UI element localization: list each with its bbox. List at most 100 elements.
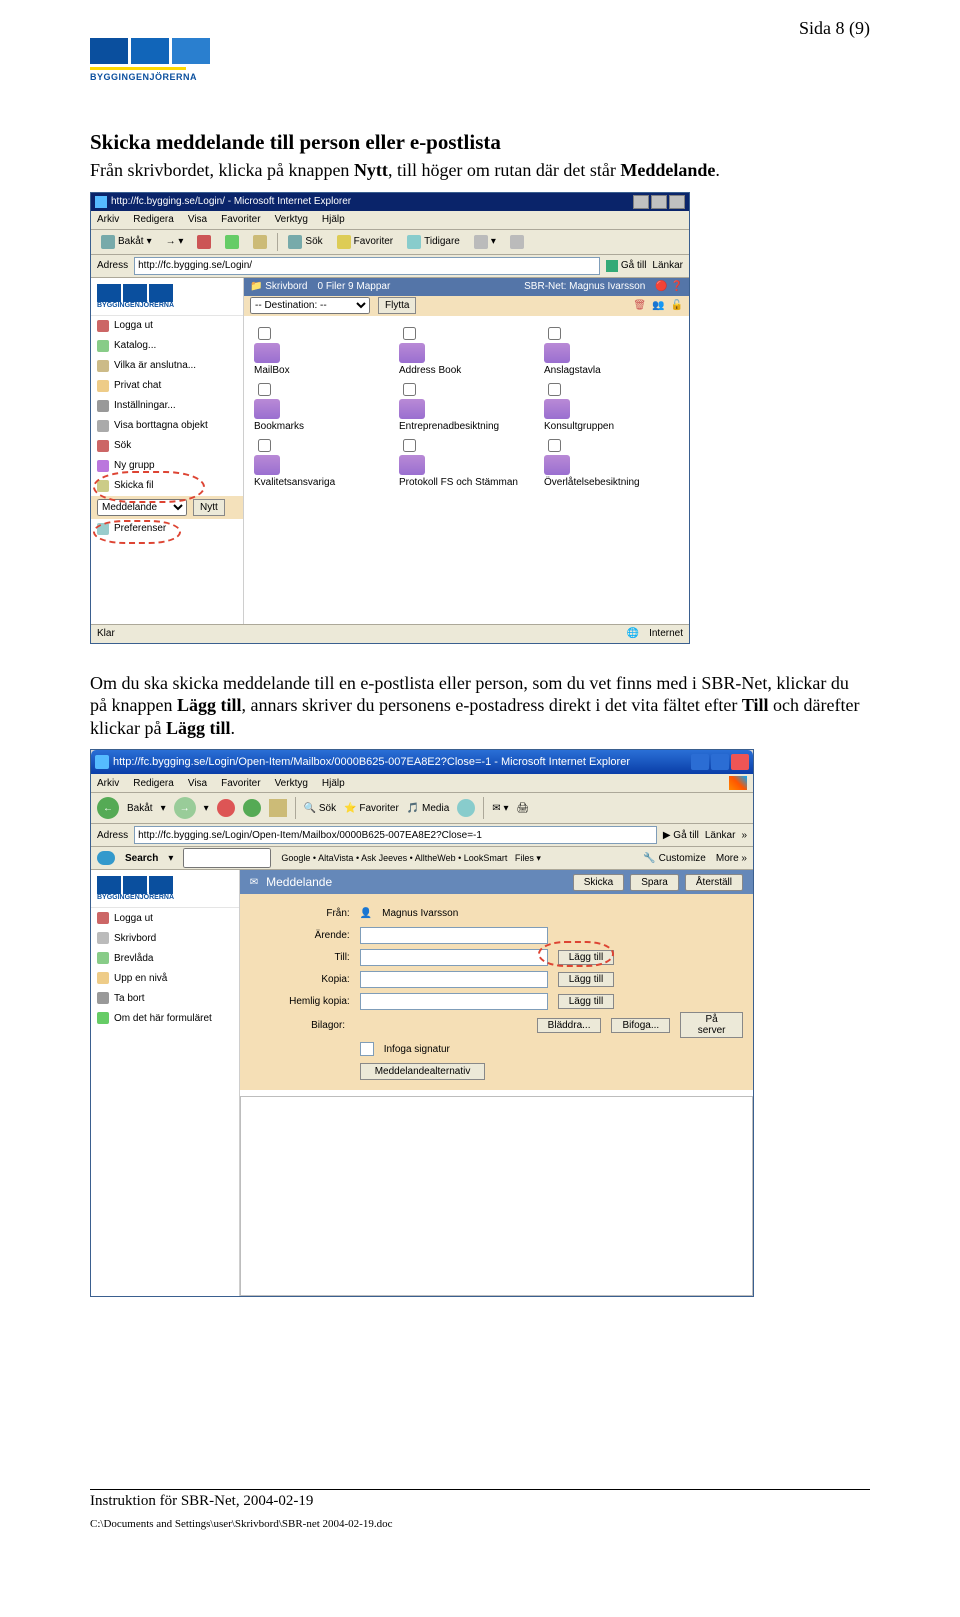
menu2-verktyg[interactable]: Verktyg [275,778,308,789]
tool-icon-2[interactable]: 👥 [652,300,664,311]
aterstall-button[interactable]: Återställ [685,874,743,891]
sidebar2-tabort[interactable]: Ta bort [91,988,239,1008]
browse-button[interactable]: Bläddra... [537,1018,602,1033]
print-button[interactable] [506,234,528,250]
favorites-button-2[interactable]: ⭐ Favoriter [344,803,399,814]
sidebar2-om[interactable]: Om det här formuläret [91,1008,239,1028]
home-button[interactable] [249,234,271,250]
attach-button[interactable]: Bifoga... [611,1018,670,1033]
menu2-hjalp[interactable]: Hjälp [322,778,345,789]
go-button-2[interactable]: ▶ Gå till [663,830,699,841]
menu-bar[interactable]: Arkiv Redigera Visa Favoriter Verktyg Hj… [91,211,689,230]
address-input-2[interactable] [134,826,657,844]
tool-icon-3[interactable]: 🔓 [671,300,683,311]
back-button[interactable]: Bakåt ▾ [97,234,156,250]
go-button[interactable]: Gå till [606,260,647,272]
meddelande-select[interactable]: Meddelande [97,499,187,516]
folder-anslagstavla[interactable]: Anslagstavla [544,324,679,376]
folder-addressbook[interactable]: Address Book [399,324,534,376]
search-button[interactable]: Sök [284,234,326,250]
signature-checkbox[interactable] [360,1042,374,1056]
refresh-button-2[interactable] [243,799,261,817]
links-label-2[interactable]: Länkar [705,830,736,841]
bcc-laggtill-button[interactable]: Lägg till [558,994,614,1009]
folder-mailbox[interactable]: MailBox [254,324,389,376]
sidebar2-skrivbord[interactable]: Skrivbord [91,928,239,948]
menu-visa[interactable]: Visa [188,214,207,225]
menu2-arkiv[interactable]: Arkiv [97,778,119,789]
folder-bookmarks[interactable]: Bookmarks [254,380,389,432]
tool-icon-1[interactable]: 🗑 [633,300,646,311]
flytta-button[interactable]: Flytta [378,297,416,314]
sidebar-item-borttagna[interactable]: Visa borttagna objekt [91,416,243,436]
sidebar-item-nygrupp[interactable]: Ny grupp [91,456,243,476]
menu2-visa[interactable]: Visa [188,778,207,789]
menu-redigera[interactable]: Redigera [133,214,174,225]
stop-button[interactable] [193,234,215,250]
sidebar2-loggaut[interactable]: Logga ut [91,908,239,928]
screenshot-2: http://fc.bygging.se/Login/Open-Item/Mai… [90,749,754,1297]
message-body[interactable] [240,1096,753,1296]
folder-protokoll[interactable]: Protokoll FS och Stämman [399,436,534,488]
sidebar2-upp[interactable]: Upp en nivå [91,968,239,988]
more-btn[interactable]: More » [716,853,747,864]
sidebar-item-katalog[interactable]: Katalog... [91,336,243,356]
window-buttons[interactable] [633,195,685,209]
sidebar-item-installningar[interactable]: Inställningar... [91,396,243,416]
spara-button[interactable]: Spara [630,874,679,891]
links-label[interactable]: Länkar [652,260,683,271]
menu-favoriter[interactable]: Favoriter [221,214,260,225]
menu2-redigera[interactable]: Redigera [133,778,174,789]
history-button[interactable]: Tidigare [403,234,464,250]
sidebar2-brevlada[interactable]: Brevlåda [91,948,239,968]
search-input[interactable] [183,848,271,868]
print-icon[interactable]: 🖨 [516,803,529,814]
back-button-2[interactable]: ← [97,797,119,819]
destination-select[interactable]: -- Destination: -- [250,297,370,314]
folder-konsult[interactable]: Konsultgruppen [544,380,679,432]
sidebar-item-loggaut[interactable]: Logga ut [91,316,243,336]
help-icon[interactable]: 🔴 ❓ [655,281,683,292]
mail-button[interactable]: ▾ [470,234,500,250]
menu-arkiv[interactable]: Arkiv [97,214,119,225]
stop-button-2[interactable] [217,799,235,817]
customize-btn[interactable]: 🔧 Customize [643,853,705,864]
search-button-2[interactable]: 🔍 Sök [304,803,336,814]
message-options-button[interactable]: Meddelandealternativ [360,1063,486,1080]
xp-flag-icon [729,776,747,790]
sidebar-item-anslutna[interactable]: Vilka är anslutna... [91,356,243,376]
forward-button-2[interactable]: → [174,797,196,819]
subject-input[interactable] [360,927,548,944]
sidebar-item-chat[interactable]: Privat chat [91,376,243,396]
refresh-button[interactable] [221,234,243,250]
search-providers[interactable]: Google • AltaVista • Ask Jeeves • Allthe… [281,853,541,864]
to-input[interactable] [360,949,548,966]
sidebar-item-skickafil[interactable]: Skicka fil [91,476,243,496]
favorites-button[interactable]: Favoriter [333,234,397,250]
sidebar-item-preferenser[interactable]: Preferenser [91,519,243,539]
skicka-button[interactable]: Skicka [573,874,624,891]
nytt-button[interactable]: Nytt [193,499,225,516]
menu-bar-2[interactable]: Arkiv Redigera Visa Favoriter Verktyg Hj… [91,774,753,793]
folder-entreprenad[interactable]: Entreprenadbesiktning [399,380,534,432]
mail-icon[interactable]: ✉ ▾ [492,803,508,814]
menu-hjalp[interactable]: Hjälp [322,214,345,225]
menu2-favoriter[interactable]: Favoriter [221,778,260,789]
cc-input[interactable] [360,971,548,988]
home-button-2[interactable] [269,799,287,817]
cc-laggtill-button[interactable]: Lägg till [558,972,614,987]
address-bar: Adress Gå till Länkar [91,255,689,278]
bcc-input[interactable] [360,993,548,1010]
folder-kvalitet[interactable]: Kvalitetsansvariga [254,436,389,488]
address-input[interactable] [134,257,600,275]
history-icon[interactable] [457,799,475,817]
sidebar-item-sok[interactable]: Sök [91,436,243,456]
to-laggtill-button[interactable]: Lägg till [558,950,614,965]
media-button-2[interactable]: 🎵 Media [407,803,449,814]
menu-verktyg[interactable]: Verktyg [275,214,308,225]
window-buttons-2[interactable] [691,754,749,770]
onserver-button[interactable]: På server [680,1012,743,1038]
forward-button[interactable]: → ▾ [162,235,188,248]
window-titlebar-2: http://fc.bygging.se/Login/Open-Item/Mai… [91,750,753,774]
folder-overlatelse[interactable]: Överlåtelsebesiktning [544,436,679,488]
